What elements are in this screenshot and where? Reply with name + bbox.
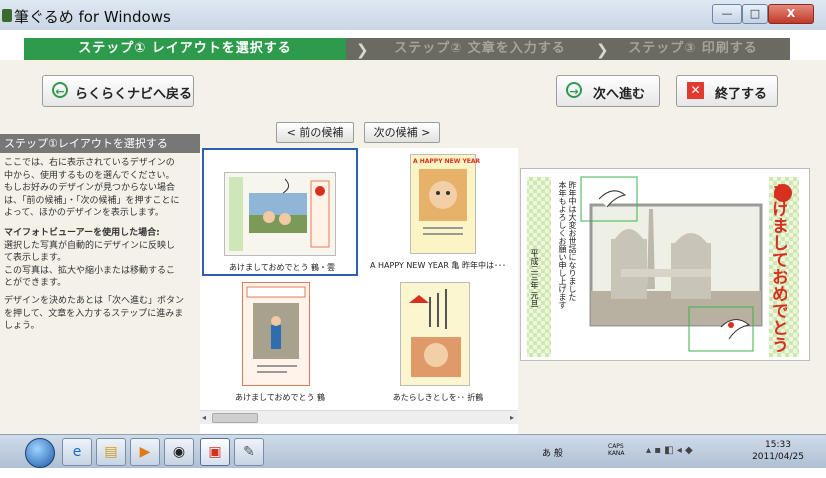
text-line-bold: マイフォトビューアーを使用した場合: xyxy=(4,228,160,238)
design-card-1[interactable]: あけましておめでとう 鶴・雲 xyxy=(202,148,358,276)
next-label: 次へ進む xyxy=(593,87,646,102)
caps-indicator: CAPS KANA xyxy=(608,443,625,457)
preview-message-col-2[interactable]: 本年もよろしくお願い申し上げます xyxy=(557,181,567,331)
instruction-para-1: ここでは、右に表示されているデザインの 中から、使用するものを選んでください。 … xyxy=(4,157,198,220)
instruction-para-2: マイフォトビューアーを使用した場合: 選択した写真が自動的にデザインに反映し て… xyxy=(4,227,198,290)
arrow-right-icon: → xyxy=(566,82,582,98)
clock-time[interactable]: 15:33 xyxy=(750,440,806,450)
text-line: この写真は、拡大や縮小または移動するこ xyxy=(4,265,176,276)
ime-indicator[interactable]: あ 般 xyxy=(542,446,563,459)
preview-card[interactable]: あけましておめでとう 昨年中は大変お世話になりました 本年もよろしくお願い申し上… xyxy=(520,168,810,361)
text-line: 選択した写真が自動的にデザインに反映し xyxy=(4,240,176,251)
taskbar: e ▤ ▶ ◉ ▣ ✎ あ 般 CAPS KANA ▴ ▪ ◧ ◂ ◆ 15:3… xyxy=(0,434,826,469)
design-thumbnail-image xyxy=(246,286,306,373)
media-player-icon[interactable]: ▶ xyxy=(130,438,160,466)
preview-greeting-text[interactable]: あけましておめでとう xyxy=(761,183,787,359)
step-3-print: ステップ③ 印刷する xyxy=(628,41,758,56)
exit-button[interactable]: ✕ 終了する xyxy=(676,75,778,107)
card-thumbnail xyxy=(224,172,336,256)
next-candidate-button[interactable]: 次の候補 > xyxy=(364,122,440,143)
text-line: を押して、文章を入力するステップに進みま xyxy=(4,308,184,319)
window-title: 筆ぐるめ for Windows xyxy=(14,8,171,26)
window-titlebar: 筆ぐるめ for Windows — □ X xyxy=(0,0,826,30)
text-line: とができます。 xyxy=(4,278,67,288)
clock-date[interactable]: 2011/04/25 xyxy=(750,452,806,462)
design-caption: A HAPPY NEW YEAR 亀 昨年中は･･･ xyxy=(370,261,506,270)
instruction-heading: ステップ①レイアウトを選択する xyxy=(0,134,200,153)
arrow-left-icon: ← xyxy=(52,82,68,98)
candidate-nav: < 前の候補 次の候補 > xyxy=(200,120,518,148)
tray-icons[interactable]: ▴ ▪ ◧ ◂ ◆ xyxy=(646,445,693,456)
design-grid: あけましておめでとう 鶴・雲 A HAPPY NEW YEAR A HAPPY … xyxy=(200,148,518,410)
design-card-4[interactable]: あたらしきとしを･･ 折鶴 xyxy=(360,280,516,408)
app-icon xyxy=(2,9,12,22)
notepad-icon[interactable]: ✎ xyxy=(234,438,264,466)
instruction-panel: ステップ①レイアウトを選択する ここでは、右に表示されているデザインの 中から、… xyxy=(0,120,200,434)
design-thumbnail-image xyxy=(409,289,461,377)
close-button[interactable]: X xyxy=(768,4,814,24)
text-line: ここでは、右に表示されているデザインの xyxy=(4,158,175,168)
card-thumbnail xyxy=(242,282,310,386)
preview-message-col-1[interactable]: 昨年中は大変お世話になりました xyxy=(567,181,577,331)
design-thumbnail-image xyxy=(229,177,330,251)
design-thumbnail-image xyxy=(419,169,467,235)
instruction-para-3: デザインを決めたあとは「次へ進む」ボタン を押して、文章を入力するステップに進み… xyxy=(4,295,198,333)
fudegurume-taskbar-icon[interactable]: ▣ xyxy=(200,438,230,466)
text-line: よって、ほかのデザインを表示します。 xyxy=(4,208,164,218)
internet-explorer-icon[interactable]: e xyxy=(62,438,92,466)
horizontal-scrollbar[interactable]: ◂ ▸ xyxy=(200,410,518,424)
text-line: て表示します。 xyxy=(4,253,67,263)
design-card-2[interactable]: A HAPPY NEW YEAR A HAPPY NEW YEAR 亀 昨年中は… xyxy=(360,148,516,276)
text-line: デザインを決めたあとは「次へ進む」ボタン xyxy=(4,296,185,306)
app-icon-1[interactable]: ◉ xyxy=(164,438,194,466)
minimize-button[interactable]: — xyxy=(712,4,742,24)
card-thumbnail xyxy=(400,282,470,386)
scroll-thumb[interactable] xyxy=(212,413,258,423)
step-1-layout: ステップ① レイアウトを選択する xyxy=(24,38,346,60)
preview-date-text[interactable]: 平成二三年 元旦 xyxy=(529,249,539,329)
prev-candidate-button[interactable]: < 前の候補 xyxy=(276,122,354,143)
back-to-navi-label: らくらくナビへ戻る xyxy=(75,87,193,102)
text-line: 中から、使用するものを選んでください。 xyxy=(4,170,175,181)
chevron-right-icon: ❯ xyxy=(356,41,369,59)
maximize-button[interactable]: □ xyxy=(742,4,768,24)
bottom-strip xyxy=(0,468,826,478)
scroll-left-icon[interactable]: ◂ xyxy=(202,413,206,422)
back-to-navi-button[interactable]: ← らくらくナビへ戻る xyxy=(42,75,194,107)
next-button[interactable]: → 次へ進む xyxy=(556,75,660,107)
card-thumbnail: A HAPPY NEW YEAR xyxy=(410,154,480,254)
design-caption: あけましておめでとう 鶴 xyxy=(234,393,326,402)
close-icon: ✕ xyxy=(687,82,704,99)
scroll-right-icon[interactable]: ▸ xyxy=(510,413,514,422)
text-line: は、「前の候補」・「次の候補」を押すことに xyxy=(4,195,180,206)
text-line: しょう。 xyxy=(4,321,40,331)
system-tray: あ 般 CAPS KANA ▴ ▪ ◧ ◂ ◆ 15:33 2011/04/25 xyxy=(536,438,806,466)
exit-label: 終了する xyxy=(715,87,768,102)
design-caption: あけましておめでとう 鶴・雲 xyxy=(228,263,336,272)
chevron-right-icon: ❯ xyxy=(596,41,609,59)
step-2-text: ステップ② 文章を入力する xyxy=(394,41,566,56)
folder-icon[interactable]: ▤ xyxy=(96,438,126,466)
design-caption: あたらしきとしを･･ 折鶴 xyxy=(392,393,484,402)
start-button[interactable] xyxy=(25,438,55,468)
step-bar: ステップ① レイアウトを選択する ❯ ステップ② 文章を入力する ❯ ステップ③… xyxy=(24,38,790,60)
toolbar: ← らくらくナビへ戻る → 次へ進む ✕ 終了する xyxy=(0,60,826,120)
text-line: もしお好みのデザインが見つからない場合 xyxy=(4,183,176,193)
design-card-3[interactable]: あけましておめでとう 鶴 xyxy=(202,280,358,408)
